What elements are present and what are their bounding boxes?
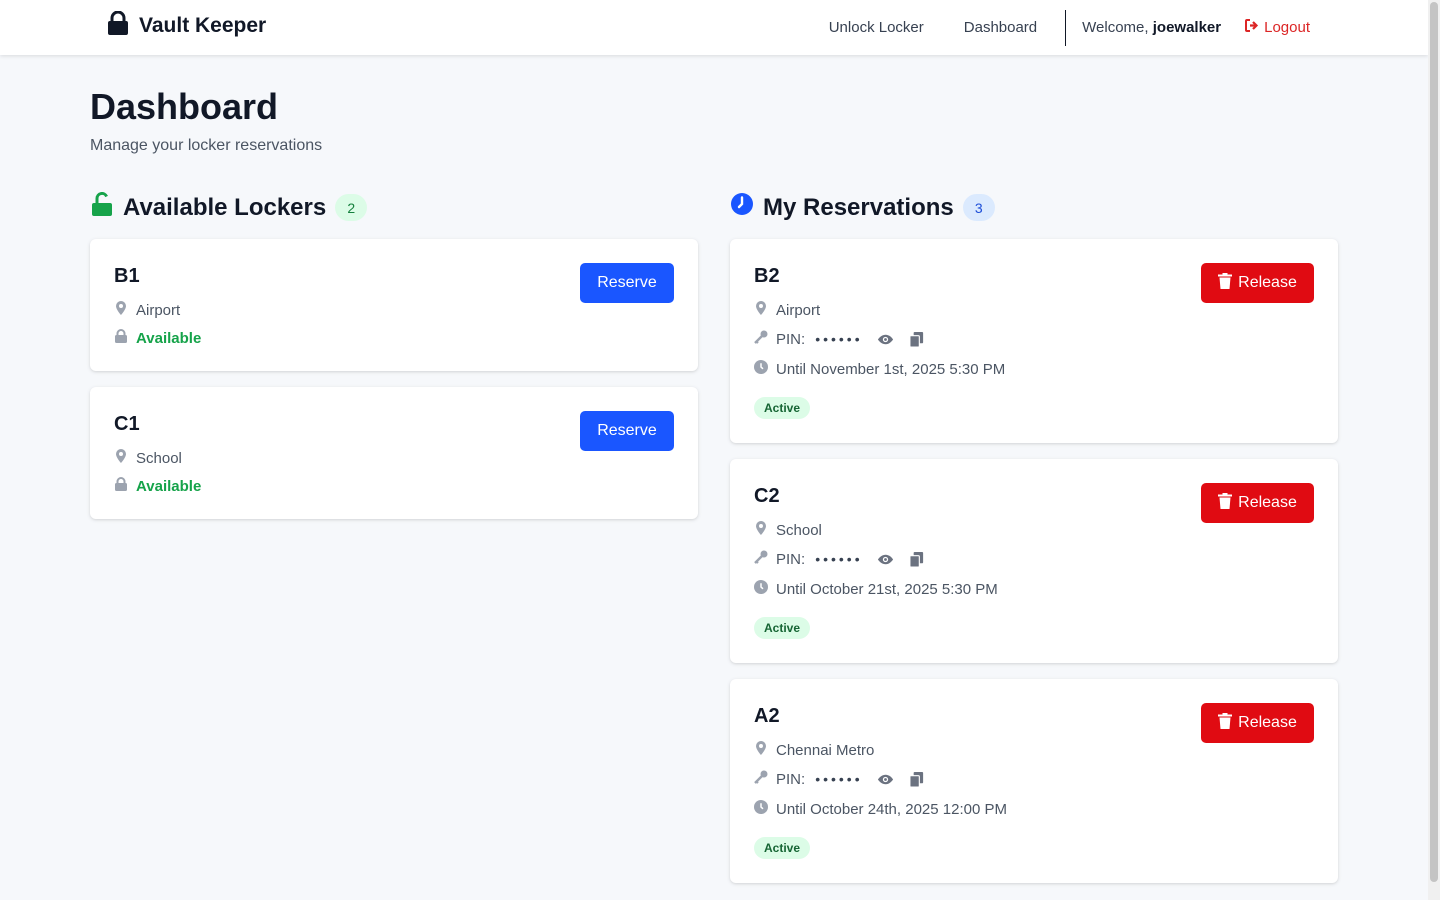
clock-icon (754, 360, 768, 378)
lock-icon (114, 329, 128, 347)
eye-icon[interactable] (877, 771, 894, 788)
welcome-text: Welcome, joewalker (1082, 19, 1221, 36)
release-label: Release (1238, 274, 1297, 291)
locker-location-text: Airport (136, 301, 181, 319)
locker-name: C1 (114, 413, 140, 435)
trash-icon (1218, 492, 1233, 514)
available-count-badge: 2 (335, 194, 368, 221)
reservation-name: A2 (754, 705, 780, 727)
release-button[interactable]: Release (1201, 263, 1314, 303)
eye-icon[interactable] (877, 551, 894, 568)
my-reservations-title: My Reservations (763, 193, 954, 221)
reservation-until-text: Until November 1st, 2025 5:30 PM (776, 360, 1006, 378)
reserve-button[interactable]: Reserve (580, 411, 674, 451)
reservation-pin: PIN: •••••• (754, 770, 925, 788)
reservation-location: Airport (754, 301, 820, 319)
reservation-until: Until November 1st, 2025 5:30 PM (754, 360, 1005, 378)
copy-icon[interactable] (908, 551, 925, 568)
locker-card: B1 Airport Available Reserve (90, 239, 698, 371)
reservation-card: B2 Airport PIN: •••••• Until November 1s… (730, 239, 1338, 443)
map-pin-icon (754, 741, 768, 759)
map-pin-icon (114, 449, 128, 467)
available-lockers-heading: Available Lockers 2 (90, 192, 368, 223)
page-subtitle: Manage your locker reservations (90, 137, 323, 154)
key-icon (754, 550, 768, 568)
pin-label: PIN: (776, 550, 806, 568)
reserve-button[interactable]: Reserve (580, 263, 674, 303)
clock-icon (730, 192, 754, 223)
reservations-count-badge: 3 (962, 194, 995, 221)
locker-location: Airport (114, 301, 180, 319)
trash-icon (1218, 272, 1233, 294)
reservation-until: Until October 24th, 2025 12:00 PM (754, 800, 1007, 818)
available-lockers-title: Available Lockers (123, 193, 327, 221)
lock-icon (114, 477, 128, 495)
reservation-name: C2 (754, 485, 780, 507)
release-button[interactable]: Release (1201, 703, 1314, 743)
nav-link-dashboard[interactable]: Dashboard (944, 19, 1057, 36)
reservation-until-text: Until October 24th, 2025 12:00 PM (776, 800, 1007, 818)
release-label: Release (1238, 494, 1297, 511)
nav-divider (1065, 9, 1067, 46)
locker-location: School (114, 449, 182, 467)
reservation-pin: PIN: •••••• (754, 550, 925, 568)
copy-icon[interactable] (908, 771, 925, 788)
pin-mask: •••••• (815, 771, 863, 787)
map-pin-icon (114, 301, 128, 319)
scrollbar-thumb[interactable] (1430, 2, 1438, 882)
clock-icon (754, 800, 768, 818)
logout-icon (1245, 19, 1259, 36)
release-label: Release (1238, 714, 1297, 731)
status-badge: Active (754, 397, 811, 419)
map-pin-icon (754, 521, 768, 539)
page-scrollbar[interactable] (1428, 0, 1440, 900)
logout-label: Logout (1264, 19, 1310, 36)
pin-label: PIN: (776, 330, 806, 348)
pin-mask: •••••• (815, 331, 863, 347)
clock-icon (754, 580, 768, 598)
pin-mask: •••••• (815, 551, 863, 567)
map-pin-icon (754, 301, 768, 319)
reservation-pin: PIN: •••••• (754, 330, 925, 348)
my-reservations-heading: My Reservations 3 (730, 192, 995, 223)
locker-status-text: Available (136, 477, 202, 495)
locker-location-text: School (136, 449, 182, 467)
nav-link-unlock-locker[interactable]: Unlock Locker (809, 19, 944, 36)
locker-status: Available (114, 477, 201, 495)
copy-icon[interactable] (908, 331, 925, 348)
locker-card: C1 School Available Reserve (90, 387, 698, 519)
navbar: Vault Keeper Unlock Locker Dashboard Wel… (0, 0, 1428, 55)
status-badge: Active (754, 837, 811, 859)
reservation-until-text: Until October 21st, 2025 5:30 PM (776, 580, 998, 598)
brand[interactable]: Vault Keeper (107, 10, 267, 41)
nav-links: Unlock Locker Dashboard Welcome, joewalk… (809, 0, 1310, 55)
reservation-location-text: Airport (776, 301, 821, 319)
status-badge: Active (754, 617, 811, 639)
eye-icon[interactable] (877, 331, 894, 348)
locker-status-text: Available (136, 329, 202, 347)
reservation-location-text: Chennai Metro (776, 741, 875, 759)
reservation-until: Until October 21st, 2025 5:30 PM (754, 580, 998, 598)
welcome-prefix: Welcome, (1082, 19, 1153, 36)
reservation-card: A2 Chennai Metro PIN: •••••• Until Octob… (730, 679, 1338, 883)
reservation-location-text: School (776, 521, 822, 539)
logout-button[interactable]: Logout (1245, 19, 1310, 36)
username: joewalker (1152, 19, 1222, 36)
pin-label: PIN: (776, 770, 806, 788)
trash-icon (1218, 712, 1233, 734)
reservation-name: B2 (754, 265, 780, 287)
locker-name: B1 (114, 265, 140, 287)
reservation-location: Chennai Metro (754, 741, 874, 759)
key-icon (754, 330, 768, 348)
key-icon (754, 770, 768, 788)
page-title: Dashboard (90, 86, 279, 127)
release-button[interactable]: Release (1201, 483, 1314, 523)
locker-status: Available (114, 329, 201, 347)
reservation-location: School (754, 521, 822, 539)
brand-name: Vault Keeper (139, 14, 267, 37)
reservation-card: C2 School PIN: •••••• Until October 21st… (730, 459, 1338, 663)
lock-icon (107, 10, 129, 41)
lock-open-icon (90, 192, 114, 223)
